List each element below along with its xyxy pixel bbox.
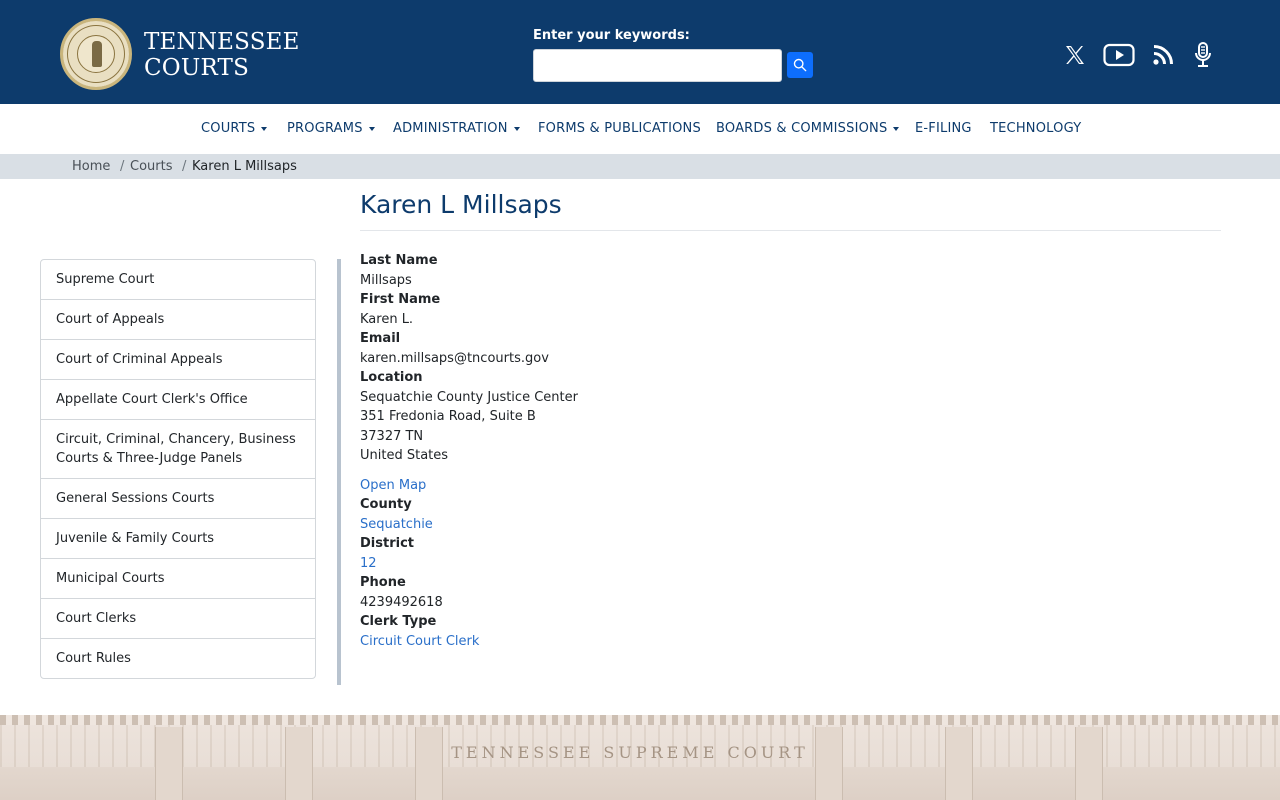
- caret-down-icon: [261, 126, 268, 131]
- breadcrumb-separator: /: [182, 159, 187, 174]
- sidebar-item-appellate-court-clerks-office[interactable]: Appellate Court Clerk's Office: [41, 379, 315, 419]
- sidebar-item-court-clerks[interactable]: Court Clerks: [41, 598, 315, 638]
- location-label: Location: [360, 370, 423, 385]
- x-icon[interactable]: [1060, 40, 1090, 70]
- location-line-4: United States: [360, 448, 449, 463]
- breadcrumb-current: Karen L Millsaps: [192, 159, 297, 174]
- supreme-court-building-banner: TENNESSEE SUPREME COURT: [0, 715, 1280, 800]
- caret-down-icon: [513, 126, 520, 131]
- breadcrumb: Home / Courts / Karen L Millsaps: [0, 154, 1280, 179]
- podcast-microphone-icon[interactable]: [1188, 40, 1218, 70]
- nav-programs[interactable]: PROGRAMS: [287, 121, 375, 136]
- clerk-details: Last Name Millsaps First Name Karen L. E…: [360, 251, 578, 651]
- nav-boards-commissions[interactable]: BOARDS & COMMISSIONS: [716, 121, 900, 136]
- last-name-label: Last Name: [360, 253, 438, 268]
- banner-pilaster: [285, 727, 313, 800]
- breadcrumb-home[interactable]: Home: [72, 159, 110, 174]
- banner-pilaster: [415, 727, 443, 800]
- page-title: Karen L Millsaps: [360, 190, 562, 219]
- content-divider: [337, 259, 341, 685]
- nav-administration-label: ADMINISTRATION: [393, 121, 508, 136]
- email-value: karen.millsaps@tncourts.gov: [360, 350, 549, 366]
- search-icon: [793, 58, 807, 72]
- breadcrumb-courts[interactable]: Courts: [130, 159, 173, 174]
- first-name-value: Karen L.: [360, 311, 414, 327]
- title-divider: [360, 230, 1221, 231]
- sidebar-item-court-rules[interactable]: Court Rules: [41, 638, 315, 678]
- banner-pilaster: [945, 727, 973, 800]
- sidebar-item-court-of-criminal-appeals[interactable]: Court of Criminal Appeals: [41, 339, 315, 379]
- nav-technology-label: TECHNOLOGY: [990, 121, 1082, 136]
- nav-courts[interactable]: COURTS: [201, 121, 268, 136]
- nav-boards-commissions-label: BOARDS & COMMISSIONS: [716, 121, 888, 136]
- tennessee-judiciary-seal-logo[interactable]: [60, 18, 132, 90]
- district-link[interactable]: 12: [360, 554, 578, 574]
- nav-e-filing-label: E-FILING: [915, 121, 972, 136]
- main-navigation: COURTS PROGRAMS ADMINISTRATION FORMS & P…: [0, 104, 1280, 154]
- search-input[interactable]: [533, 49, 782, 82]
- search-label: Enter your keywords:: [533, 28, 690, 43]
- open-map-link[interactable]: Open Map: [360, 476, 578, 496]
- phone-value: 4239492618: [360, 594, 443, 610]
- location-line-3: 37327 TN: [360, 428, 424, 444]
- nav-forms-publications-label: FORMS & PUBLICATIONS: [538, 121, 701, 136]
- phone-label: Phone: [360, 575, 406, 590]
- sidebar-item-supreme-court[interactable]: Supreme Court: [41, 260, 315, 299]
- nav-technology[interactable]: TECHNOLOGY: [990, 121, 1081, 136]
- location-line-2: 351 Fredonia Road, Suite B: [360, 409, 536, 424]
- sidebar-item-circuit-criminal-chancery-courts[interactable]: Circuit, Criminal, Chancery, Business Co…: [41, 419, 315, 478]
- banner-pilaster: [155, 727, 183, 800]
- banner-cornice: [0, 715, 1280, 725]
- banner-pilaster: [1075, 727, 1103, 800]
- last-name-value: Millsaps: [360, 272, 412, 288]
- county-link[interactable]: Sequatchie: [360, 515, 578, 535]
- sidebar-item-general-sessions-courts[interactable]: General Sessions Courts: [41, 478, 315, 518]
- caret-down-icon: [368, 126, 375, 131]
- brand-line-1: TENNESSEE: [144, 29, 300, 55]
- youtube-icon[interactable]: [1102, 40, 1136, 70]
- location-line-1: Sequatchie County Justice Center: [360, 389, 578, 405]
- county-label: County: [360, 497, 412, 512]
- brand-line-2: COURTS: [144, 55, 250, 81]
- sidebar-item-juvenile-family-courts[interactable]: Juvenile & Family Courts: [41, 518, 315, 558]
- clerk-type-link[interactable]: Circuit Court Clerk: [360, 632, 578, 652]
- nav-courts-label: COURTS: [201, 121, 256, 136]
- first-name-label: First Name: [360, 292, 441, 307]
- nav-administration[interactable]: ADMINISTRATION: [393, 121, 520, 136]
- sidebar-item-municipal-courts[interactable]: Municipal Courts: [41, 558, 315, 598]
- email-label: Email: [360, 331, 401, 346]
- seal-justice-figure: [92, 41, 102, 67]
- nav-e-filing[interactable]: E-FILING: [915, 121, 972, 136]
- banner-inscription: TENNESSEE SUPREME COURT: [451, 743, 809, 762]
- nav-programs-label: PROGRAMS: [287, 121, 363, 136]
- sidebar-item-court-of-appeals[interactable]: Court of Appeals: [41, 299, 315, 339]
- nav-forms-publications[interactable]: FORMS & PUBLICATIONS: [538, 121, 701, 136]
- banner-pilaster: [815, 727, 843, 800]
- caret-down-icon: [893, 126, 900, 131]
- rss-icon[interactable]: [1148, 40, 1178, 70]
- site-header: TENNESSEE COURTS Enter your keywords:: [0, 0, 1280, 104]
- breadcrumb-separator: /: [120, 159, 125, 174]
- clerk-type-label: Clerk Type: [360, 614, 437, 629]
- site-brand[interactable]: TENNESSEE COURTS: [144, 29, 300, 81]
- search-button[interactable]: [787, 52, 813, 78]
- courts-sidebar: Supreme Court Court of Appeals Court of …: [40, 259, 316, 679]
- district-label: District: [360, 536, 414, 551]
